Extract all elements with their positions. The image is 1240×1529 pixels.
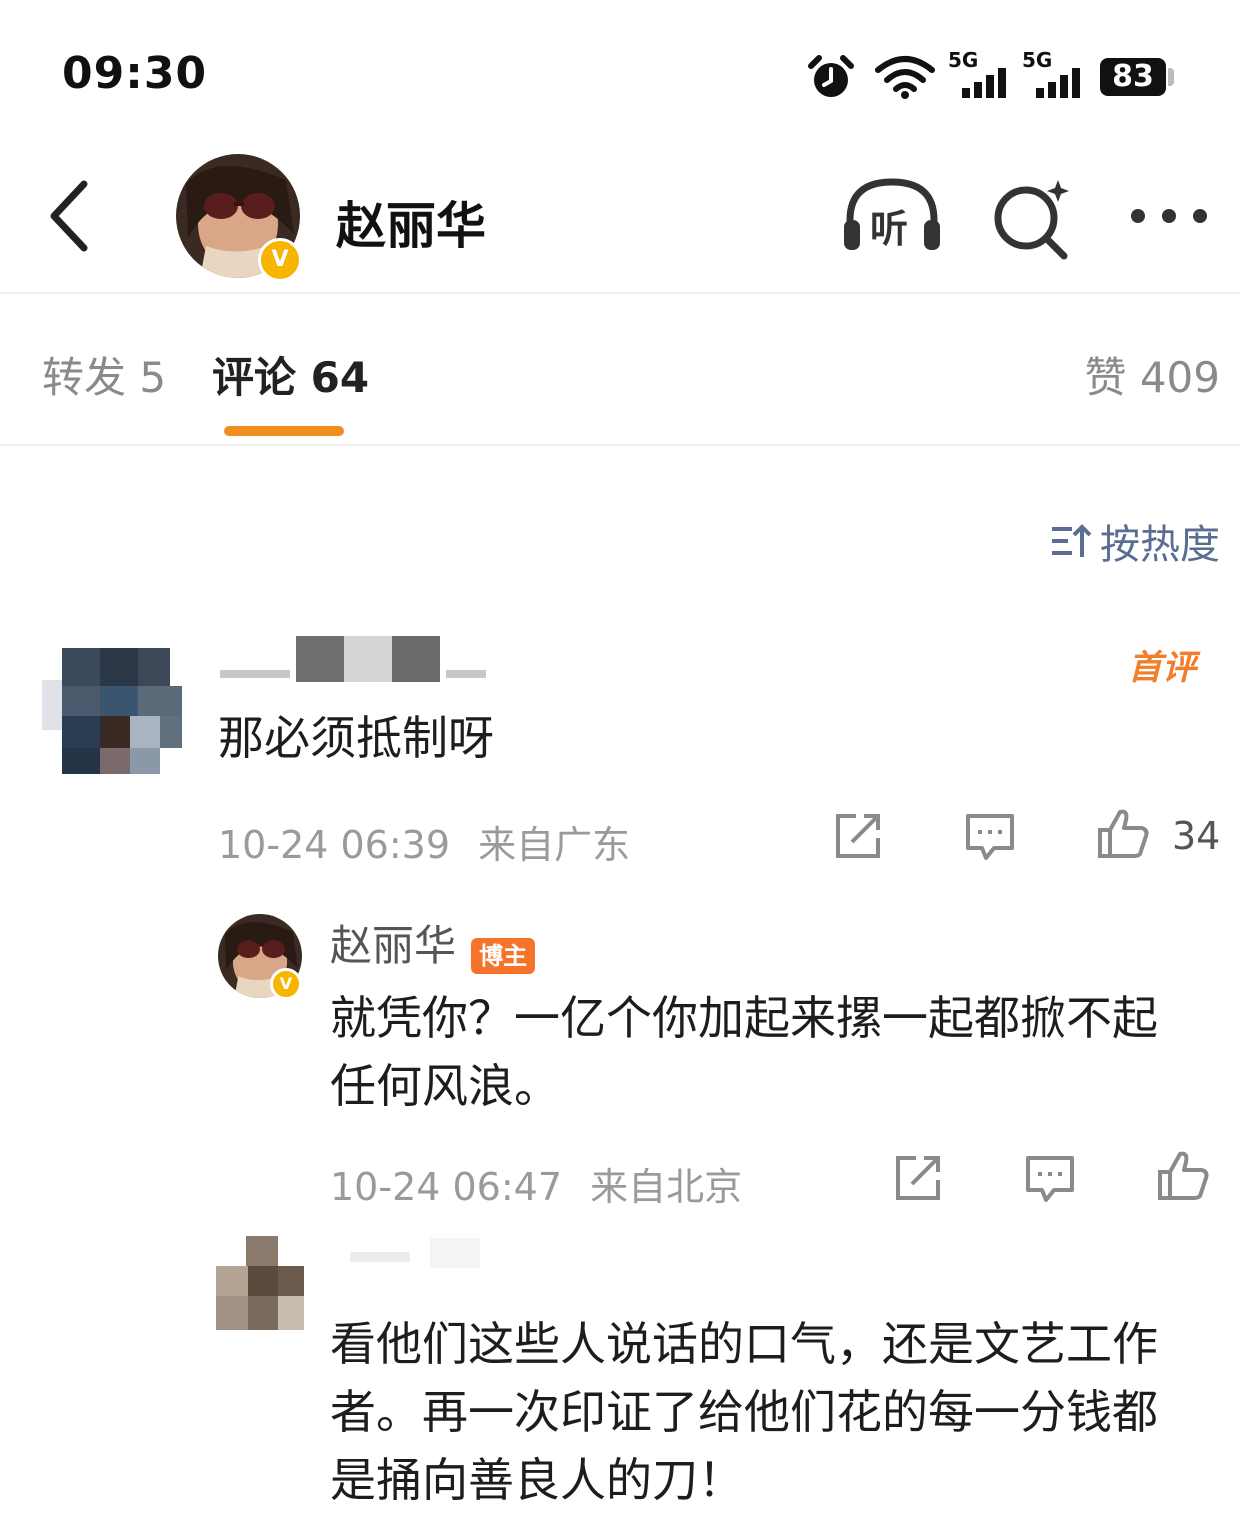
like-count: 34 xyxy=(1172,814,1221,858)
commenter-name-redacted[interactable] xyxy=(220,636,490,682)
more-icon[interactable] xyxy=(1124,196,1214,236)
signal-icon: 5G xyxy=(948,48,1010,104)
first-comment-badge: 首评 xyxy=(1128,648,1196,688)
reply-text: 就凭你？一亿个你加起来摞一起都掀不起任何风浪。 xyxy=(330,991,1158,1113)
signal-icon-2: 5G xyxy=(1022,48,1084,104)
comment-time: 10-24 06:39 来自广东 xyxy=(218,814,630,869)
page-title: 赵丽华 xyxy=(336,197,486,255)
like-icon[interactable] xyxy=(1154,1146,1210,1202)
reply-icon[interactable] xyxy=(962,808,1018,864)
search-icon[interactable] xyxy=(990,176,1074,260)
share-icon[interactable] xyxy=(890,1150,946,1206)
comment-timestamp: 10-24 06:39 xyxy=(218,823,451,867)
reply-time: 10-24 06:47 来自北京 xyxy=(330,1156,742,1211)
verified-badge: V xyxy=(258,238,302,282)
battery-tip xyxy=(1168,68,1174,86)
sort-button[interactable]: 按热度 xyxy=(1050,512,1220,570)
sort-icon xyxy=(1052,524,1092,557)
reply2-text: 看他们这些人说话的口气，还是文艺工作者。再一次印证了给他们花的每一分钱都是捅向善… xyxy=(330,1317,1158,1507)
author-badge: 博主 xyxy=(471,937,536,974)
tabs-divider xyxy=(0,444,1240,446)
reply-icon[interactable] xyxy=(1022,1150,1078,1206)
listen-label: 听 xyxy=(870,207,909,251)
like-icon[interactable] xyxy=(1094,804,1150,860)
tab-repost[interactable]: 转发 5 xyxy=(42,344,166,405)
back-icon[interactable] xyxy=(40,172,104,260)
alarm-icon xyxy=(808,55,854,97)
tab-active-indicator xyxy=(224,426,344,436)
status-icons: 5G 5G 83 xyxy=(806,48,1186,106)
tab-likes[interactable]: 赞 409 xyxy=(1084,344,1220,405)
header-divider xyxy=(0,292,1240,294)
reply-verified-badge: V xyxy=(270,968,302,1000)
sort-label: 按热度 xyxy=(1100,522,1220,568)
comment-location: 来自广东 xyxy=(478,823,631,867)
commenter-avatar[interactable] xyxy=(42,640,188,776)
share-icon[interactable] xyxy=(830,808,886,864)
listen-button[interactable]: 听 xyxy=(840,176,944,256)
battery-icon: 83 xyxy=(1100,58,1166,96)
comment-text: 那必须抵制呀 xyxy=(218,711,494,765)
reply-author[interactable]: 赵丽华 xyxy=(330,921,456,970)
reply-timestamp: 10-24 06:47 xyxy=(330,1165,563,1209)
tab-comments[interactable]: 评论 64 xyxy=(212,344,369,405)
reply2-name-redacted[interactable] xyxy=(330,1232,490,1272)
status-time: 09:30 xyxy=(62,48,208,99)
reply-location: 来自北京 xyxy=(590,1165,743,1209)
reply2-avatar[interactable] xyxy=(216,1226,308,1334)
wifi-icon xyxy=(875,56,935,99)
reply-author-row: 赵丽华 博主 xyxy=(330,912,536,974)
